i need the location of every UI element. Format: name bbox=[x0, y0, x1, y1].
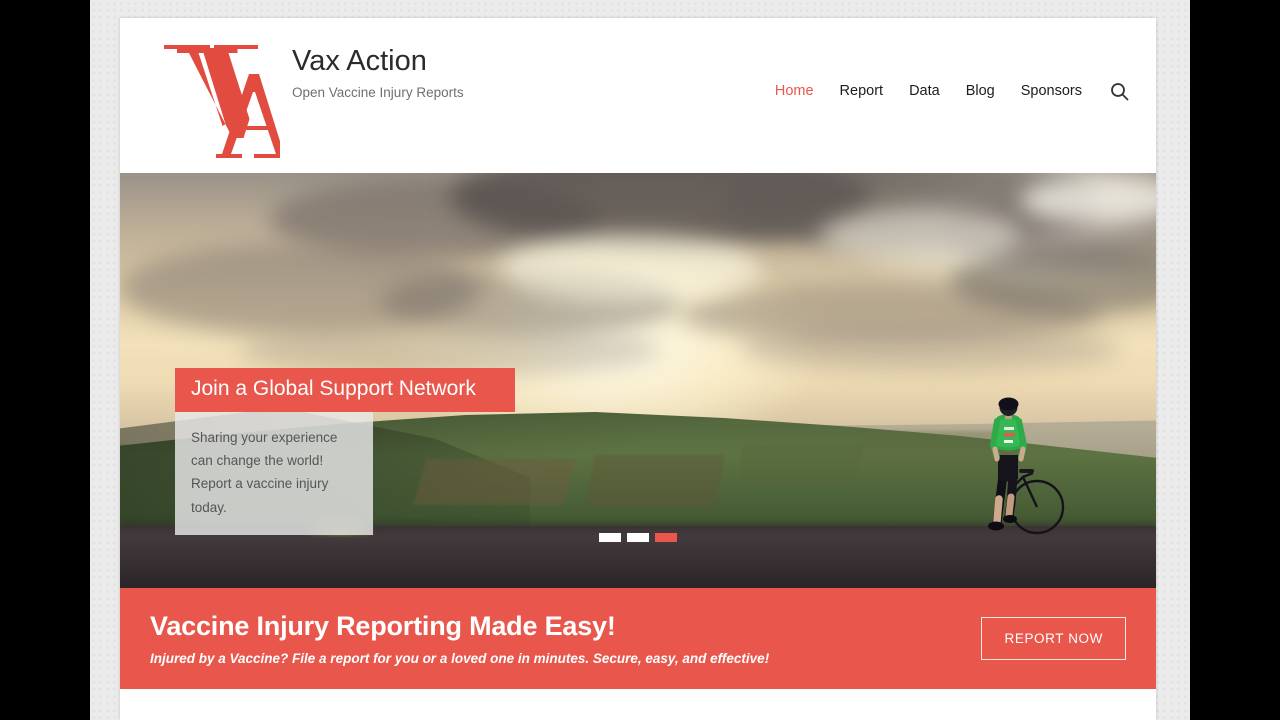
slider-dot-1[interactable] bbox=[599, 533, 621, 542]
nav-item-sponsors[interactable]: Sponsors bbox=[1021, 83, 1082, 99]
brand-block[interactable]: Vax Action Open Vaccine Injury Reports bbox=[160, 18, 464, 166]
site-header: Vax Action Open Vaccine Injury Reports H… bbox=[120, 18, 1156, 173]
website-container: Vax Action Open Vaccine Injury Reports H… bbox=[120, 18, 1156, 720]
browser-viewport: Vax Action Open Vaccine Injury Reports H… bbox=[0, 0, 1280, 720]
va-monogram-logo-icon bbox=[160, 26, 280, 166]
site-tagline: Open Vaccine Injury Reports bbox=[292, 84, 464, 100]
cta-subtext: Injured by a Vaccine? File a report for … bbox=[150, 650, 770, 666]
nav-item-home[interactable]: Home bbox=[775, 83, 814, 99]
slider-dot-3[interactable] bbox=[655, 533, 677, 542]
cyclist-figure-icon bbox=[975, 395, 1065, 543]
brand-text: Vax Action Open Vaccine Injury Reports bbox=[292, 18, 464, 100]
hero-slider: Join a Global Support Network Sharing yo… bbox=[120, 173, 1156, 588]
cta-text-block: Vaccine Injury Reporting Made Easy! Inju… bbox=[150, 611, 981, 665]
slider-dot-2[interactable] bbox=[627, 533, 649, 542]
field-patch bbox=[737, 445, 863, 485]
nav-item-blog[interactable]: Blog bbox=[966, 83, 995, 99]
main-navigation: Home Report Data Blog Sponsors bbox=[775, 80, 1130, 102]
search-icon[interactable] bbox=[1108, 80, 1130, 102]
report-now-button[interactable]: REPORT NOW bbox=[981, 617, 1126, 660]
site-title: Vax Action bbox=[292, 45, 427, 77]
field-patch bbox=[585, 455, 725, 507]
hero-caption-title: Join a Global Support Network bbox=[175, 368, 515, 412]
nav-item-report[interactable]: Report bbox=[840, 83, 884, 99]
hero-caption-body: Sharing your experience can change the w… bbox=[175, 412, 373, 535]
content-below-fold bbox=[120, 689, 1156, 720]
slider-pagination bbox=[120, 533, 1156, 542]
letterbox-right bbox=[1190, 0, 1280, 720]
nav-item-data[interactable]: Data bbox=[909, 83, 940, 99]
hero-caption: Join a Global Support Network Sharing yo… bbox=[175, 368, 515, 535]
cta-headline: Vaccine Injury Reporting Made Easy! bbox=[150, 611, 616, 642]
letterbox-left bbox=[0, 0, 90, 720]
cta-banner: Vaccine Injury Reporting Made Easy! Inju… bbox=[120, 588, 1156, 689]
